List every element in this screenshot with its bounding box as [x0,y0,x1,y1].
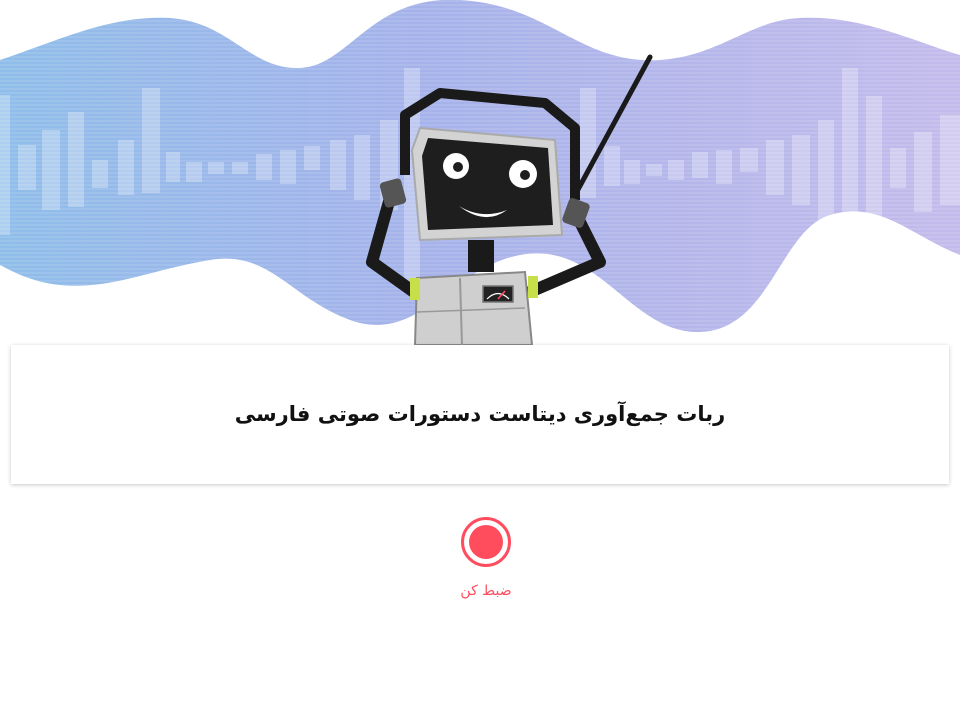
hero-illustration [0,0,960,345]
record-icon [469,525,503,559]
title-card: ربات جمع‌آوری دیتاست دستورات صوتی فارسی [11,345,949,484]
page-title: ربات جمع‌آوری دیتاست دستورات صوتی فارسی [234,401,726,426]
page: ربات جمع‌آوری دیتاست دستورات صوتی فارسی … [0,0,960,720]
record-control: ضبط کن [430,517,542,599]
record-button[interactable] [461,517,511,567]
record-label[interactable]: ضبط کن [460,583,511,599]
